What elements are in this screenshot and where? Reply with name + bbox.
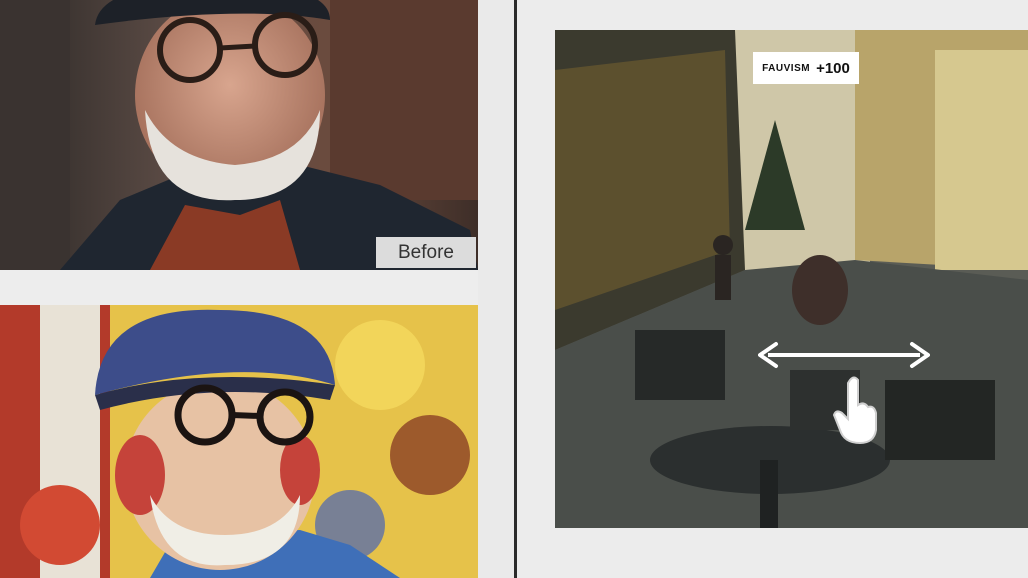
filter-name: FAUVISM (762, 62, 811, 74)
double-arrow-icon (758, 342, 930, 368)
comparison-screen: Before FAUVISM +100 (0, 0, 1028, 578)
pointing-hand-icon (832, 376, 877, 445)
filter-badge: FAUVISM +100 (753, 52, 859, 84)
stylized-street-photo[interactable] (555, 30, 1028, 528)
stylized-photo (0, 305, 478, 578)
right-panel: FAUVISM +100 (517, 0, 1028, 578)
original-photo: Before (0, 0, 478, 270)
filter-value: +100 (816, 59, 850, 77)
before-label: Before (376, 237, 476, 268)
left-column: Before (0, 0, 478, 578)
